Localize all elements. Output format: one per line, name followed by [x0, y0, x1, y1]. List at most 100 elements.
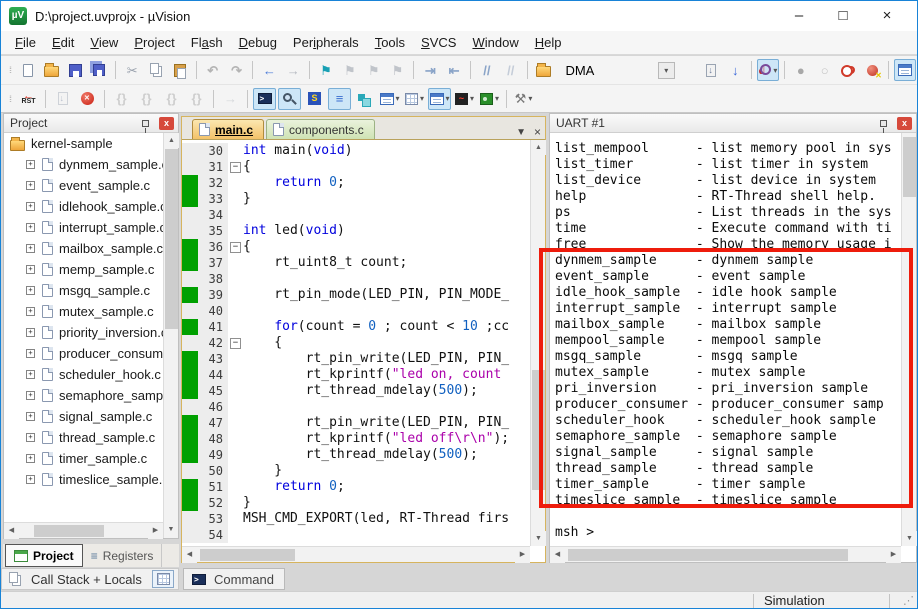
menu-project[interactable]: Project [126, 32, 182, 53]
call-stack-window-button[interactable] [353, 88, 376, 110]
breakpoint-insert-button[interactable]: ● [790, 59, 812, 81]
expand-icon[interactable]: + [26, 181, 35, 190]
scrollbar-thumb[interactable] [532, 370, 545, 490]
tree-root-kernel-sample[interactable]: kernel-sample [4, 133, 163, 154]
undo-button[interactable]: ↶ [202, 59, 224, 81]
bookmark-next-button[interactable]: ⚑ [339, 59, 361, 81]
system-viewer-button[interactable]: ▾ [478, 88, 501, 110]
tree-item-timeslice_sample-c[interactable]: + timeslice_sample.c [4, 469, 163, 490]
editor-tab-components-c[interactable]: components.c [266, 119, 375, 139]
bookmark-clear-all-button[interactable]: ⚑ [387, 59, 409, 81]
code-line-45[interactable]: 45 rt_thread_mdelay(500); [182, 383, 530, 399]
run-button[interactable]: → [219, 88, 242, 110]
bookmark-previous-button[interactable]: ⚑ [363, 59, 385, 81]
debug-toolbox-button[interactable]: ⚒ ▾ [512, 88, 535, 110]
code-line-53[interactable]: 53 MSH_CMD_EXPORT(led, RT-Thread firs [182, 511, 530, 527]
stop-debug-button[interactable] [76, 88, 99, 110]
close-panel-icon[interactable]: x [159, 116, 174, 130]
redo-button[interactable]: ↷ [226, 59, 248, 81]
scroll-down-icon[interactable]: ▼ [531, 531, 546, 546]
breakpoint-kill-all-button[interactable] [861, 59, 883, 81]
code-line-31[interactable]: 31−{ [182, 159, 530, 175]
download-code-button[interactable]: ↓ [724, 59, 746, 81]
code-line-50[interactable]: 50 } [182, 463, 530, 479]
expand-icon[interactable]: + [26, 370, 35, 379]
code-line-43[interactable]: 43 rt_pin_write(LED_PIN, PIN_ [182, 351, 530, 367]
uncomment-button[interactable]: // [500, 59, 522, 81]
scrollbar-thumb[interactable] [165, 149, 178, 329]
menu-view[interactable]: View [82, 32, 126, 53]
chevron-down-icon[interactable]: ▾ [657, 61, 675, 79]
expand-icon[interactable]: + [26, 202, 35, 211]
project-window-button[interactable] [894, 59, 917, 81]
translate-file-button[interactable] [700, 59, 722, 81]
fold-collapse-icon[interactable]: − [230, 241, 241, 253]
tree-item-timer_sample-c[interactable]: + timer_sample.c [4, 448, 163, 469]
code-line-38[interactable]: 38 [182, 271, 530, 287]
code-line-34[interactable]: 34 [182, 207, 530, 223]
close-document-icon[interactable]: × [534, 125, 541, 139]
expand-icon[interactable]: + [26, 286, 35, 295]
menu-flash[interactable]: Flash [183, 32, 231, 53]
tree-item-semaphore_sample-c[interactable]: + semaphore_sample.c [4, 385, 163, 406]
chevron-down-icon[interactable]: ▾ [446, 94, 450, 103]
breakpoint-enable-disable-button[interactable]: ○ [814, 59, 836, 81]
scrollbar-thumb[interactable] [34, 525, 104, 537]
uart-console[interactable]: list_mempool - list memory pool in sys li… [550, 133, 901, 546]
serial-windows-button[interactable]: ▾ [428, 87, 452, 110]
editor-horizontal-scrollbar[interactable]: ◀ ▶ [182, 546, 530, 563]
resize-grip[interactable]: ⋰ [903, 594, 914, 607]
target-select[interactable]: DMA ▾ [556, 59, 678, 81]
reset-cpu-button[interactable]: RST [17, 88, 40, 110]
code-line-42[interactable]: 42− { [182, 335, 530, 351]
registers-window-button[interactable]: ≡ [328, 87, 352, 110]
scroll-left-icon[interactable]: ◀ [550, 547, 565, 563]
menu-window[interactable]: Window [464, 32, 526, 53]
unindent-button[interactable]: ⇤ [443, 59, 465, 81]
code-line-54[interactable]: 54 [182, 527, 530, 543]
target-options-button[interactable] [533, 59, 555, 81]
code-line-35[interactable]: 35 int led(void) [182, 223, 530, 239]
scroll-right-icon[interactable]: ▶ [515, 547, 530, 563]
navigate-forward-button[interactable]: → [282, 59, 304, 81]
memory-windows-button[interactable]: ▾ [403, 88, 426, 110]
chevron-down-icon[interactable]: ▾ [495, 94, 499, 103]
chevron-down-icon[interactable]: ▾ [773, 66, 777, 75]
code-line-33[interactable]: 33} [182, 191, 530, 207]
code-line-44[interactable]: 44 rt_kprintf("led on, count [182, 367, 530, 383]
tree-item-signal_sample-c[interactable]: + signal_sample.c [4, 406, 163, 427]
tree-item-event_sample-c[interactable]: + event_sample.c [4, 175, 163, 196]
bookmark-toggle-button[interactable]: ⚑ [315, 59, 337, 81]
code-line-36[interactable]: 36−{ [182, 239, 530, 255]
pin-icon[interactable] [880, 119, 887, 133]
memory-calculator-button[interactable] [152, 570, 174, 588]
analysis-windows-button[interactable]: ~ ▾ [453, 88, 476, 110]
tree-item-priority_inversion-c[interactable]: + priority_inversion.c [4, 322, 163, 343]
tree-item-mutex_sample-c[interactable]: + mutex_sample.c [4, 301, 163, 322]
paste-button[interactable] [169, 59, 191, 81]
scroll-right-icon[interactable]: ▶ [148, 523, 163, 539]
step-over-button[interactable]: {} [135, 88, 158, 110]
expand-icon[interactable]: + [26, 307, 35, 316]
watch-windows-button[interactable]: ▾ [378, 88, 401, 110]
expand-icon[interactable]: + [26, 475, 35, 484]
code-line-30[interactable]: 30 int main(void) [182, 143, 530, 159]
menu-edit[interactable]: Edit [44, 32, 82, 53]
tree-item-dynmem_sample-c[interactable]: + dynmem_sample.c [4, 154, 163, 175]
editor-vertical-scrollbar[interactable]: ▲ ▼ [530, 140, 546, 546]
open-file-button[interactable] [41, 59, 63, 81]
step-button[interactable]: {} [110, 88, 133, 110]
menu-debug[interactable]: Debug [231, 32, 285, 53]
close-panel-icon[interactable]: x [897, 116, 912, 130]
command-tab[interactable]: Command [183, 568, 285, 590]
symbol-window-button[interactable]: S [303, 88, 326, 110]
menu-help[interactable]: Help [527, 32, 570, 53]
call-stack-bar[interactable]: Call Stack + Locals [1, 568, 179, 590]
chevron-down-icon[interactable]: ▾ [420, 94, 424, 103]
expand-icon[interactable]: + [26, 328, 35, 337]
comment-button[interactable]: // [476, 59, 498, 81]
fold-collapse-icon[interactable]: − [230, 337, 241, 349]
expand-icon[interactable]: + [26, 160, 35, 169]
expand-icon[interactable]: + [26, 433, 35, 442]
tree-item-thread_sample-c[interactable]: + thread_sample.c [4, 427, 163, 448]
